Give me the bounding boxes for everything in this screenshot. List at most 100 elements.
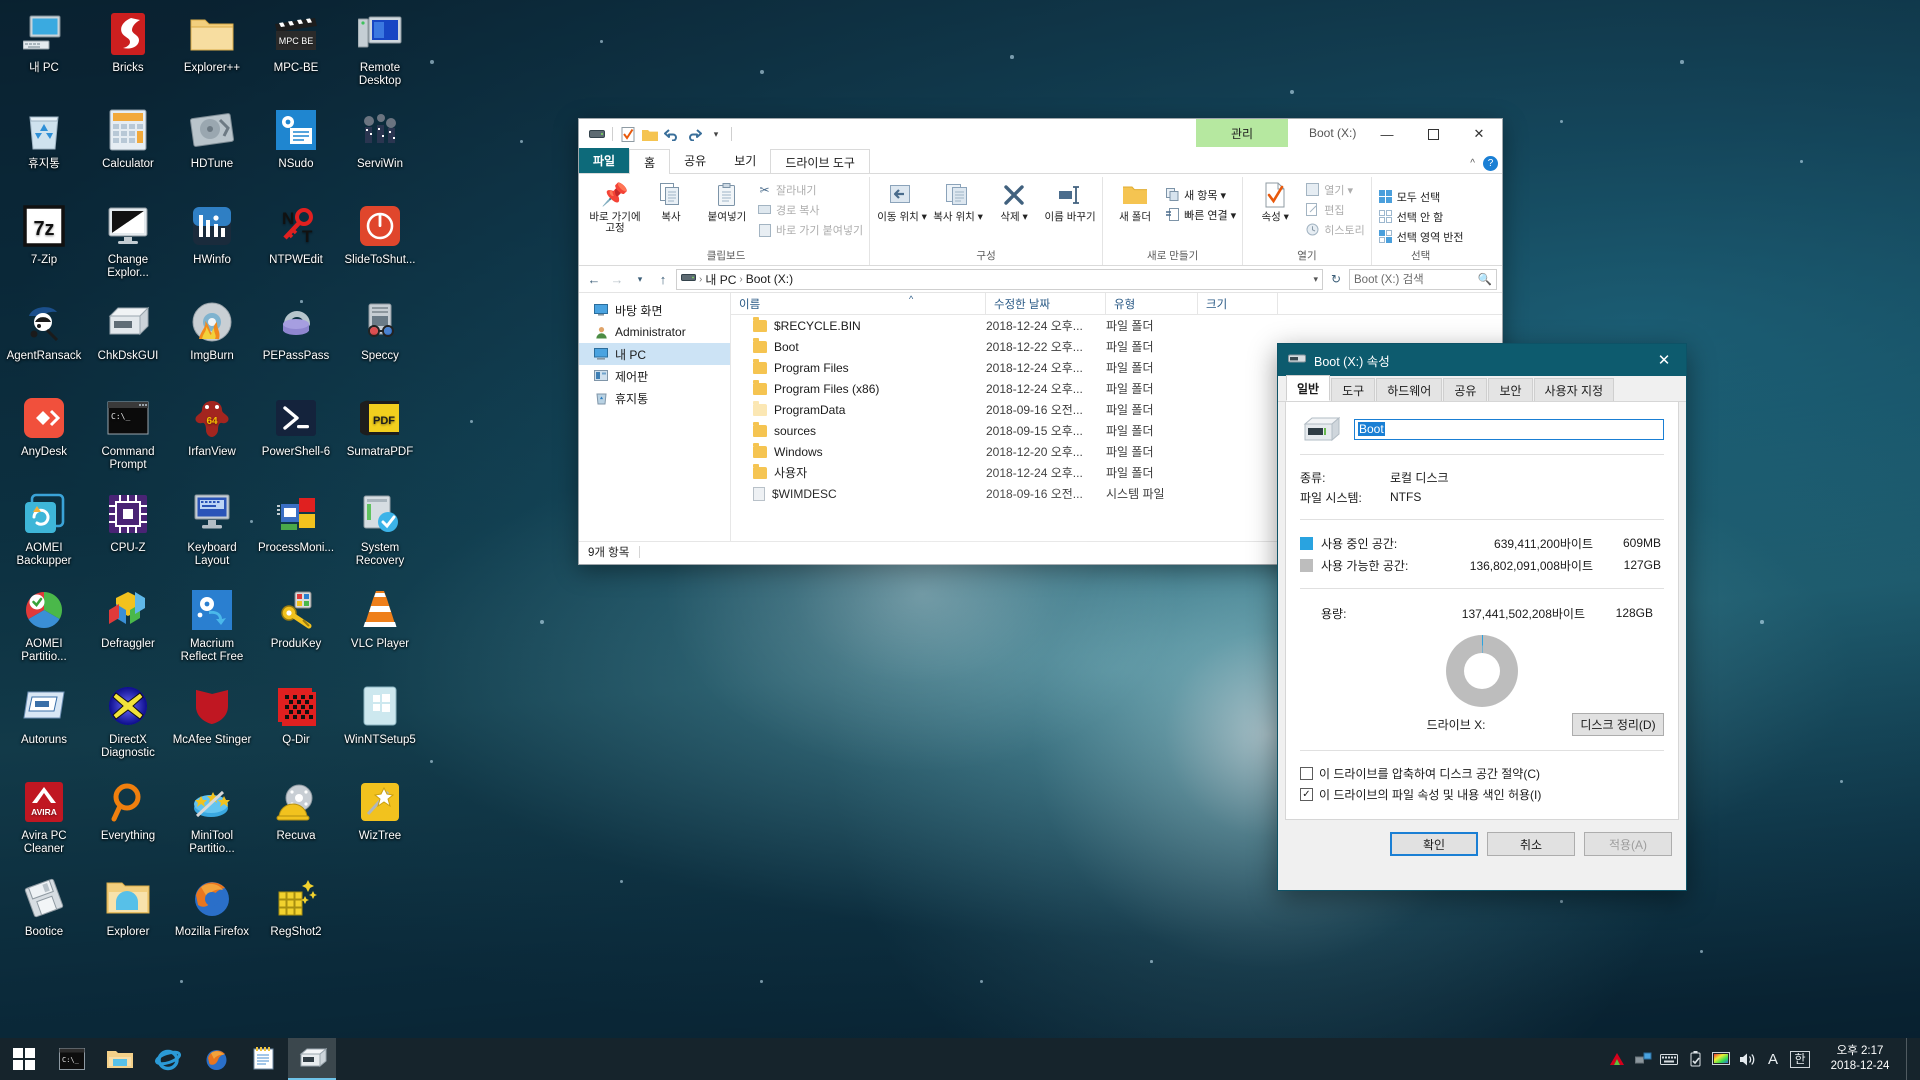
compress-drive-checkbox[interactable] xyxy=(1300,767,1313,780)
edit-button[interactable]: 편집 xyxy=(1305,201,1364,218)
copy-path-button[interactable]: 경로 복사 xyxy=(757,201,863,218)
volume-label-input[interactable]: Boot xyxy=(1354,418,1664,440)
tab-general[interactable]: 일반 xyxy=(1286,375,1331,401)
desktop-icon-irfanview[interactable]: 64 IrfanView xyxy=(170,388,254,484)
help-icon[interactable]: ? xyxy=(1483,156,1498,171)
delete-button[interactable]: 삭제 ▾ xyxy=(988,180,1040,223)
desktop-icon-autoruns[interactable]: Autoruns xyxy=(2,676,86,772)
drive-icon[interactable] xyxy=(586,123,608,145)
disk-cleanup-button[interactable]: 디스크 정리(D) xyxy=(1572,713,1664,736)
desktop-icon-slidetoshut[interactable]: SlideToShut... xyxy=(338,196,422,292)
desktop-icon-anydesk[interactable]: AnyDesk xyxy=(2,388,86,484)
desktop-icon-hdtune[interactable]: HDTune xyxy=(170,100,254,196)
desktop-icon-change-explor[interactable]: Change Explor... xyxy=(86,196,170,292)
desktop[interactable]: 내 PC Bricks Explorer++ MPC BE MPC-BE Remote D… xyxy=(0,0,1920,1080)
taskbar-item-internet-explorer[interactable] xyxy=(144,1038,192,1080)
nav-item-recycle-bin[interactable]: 휴지통 xyxy=(579,387,730,409)
new-folder-icon[interactable] xyxy=(639,123,661,145)
desktop-icon-ntpwedit[interactable]: N T NTPWEdit xyxy=(254,196,338,292)
desktop-icon-explorer[interactable]: Explorer++ xyxy=(170,4,254,100)
desktop-icon-pc[interactable]: 내 PC xyxy=(2,4,86,100)
search-input[interactable]: Boot (X:) 검색 🔍 xyxy=(1349,268,1497,290)
ime-korean-icon[interactable]: 한 xyxy=(1786,1038,1814,1080)
desktop-icon-processmoni[interactable]: ProcessMoni... xyxy=(254,484,338,580)
desktop-icon-nsudo[interactable]: NSudo xyxy=(254,100,338,196)
quick-access-button[interactable]: 빠른 연결 ▾ xyxy=(1165,206,1236,223)
column-header-name[interactable]: 이름 xyxy=(731,292,986,315)
desktop-icon-command-prompt[interactable]: C:\_ Command Prompt xyxy=(86,388,170,484)
index-drive-checkbox-row[interactable]: ✓ 이 드라이브의 파일 속성 및 내용 색인 허용(I) xyxy=(1300,784,1664,805)
maximize-button[interactable] xyxy=(1410,119,1456,149)
cut-button[interactable]: ✂ 잘라내기 xyxy=(757,181,863,198)
desktop-icon-hwinfo[interactable]: HWinfo xyxy=(170,196,254,292)
new-item-button[interactable]: 새 항목 ▾ xyxy=(1165,186,1236,203)
index-drive-checkbox[interactable]: ✓ xyxy=(1300,788,1313,801)
cancel-button[interactable]: 취소 xyxy=(1487,832,1575,856)
desktop-icon-agentransack[interactable]: AgentRansack xyxy=(2,292,86,388)
show-desktop-button[interactable] xyxy=(1906,1038,1914,1080)
tab-hardware[interactable]: 하드웨어 xyxy=(1376,378,1443,401)
desktop-icon-regshot2[interactable]: RegShot2 xyxy=(254,868,338,964)
desktop-icon-remote-desktop[interactable]: Remote Desktop xyxy=(338,4,422,100)
tab-view[interactable]: 보기 xyxy=(720,148,770,173)
compress-drive-checkbox-row[interactable]: 이 드라이브를 압축하여 디스크 공간 절약(C) xyxy=(1300,763,1664,784)
search-icon[interactable]: 🔍 xyxy=(1478,272,1492,286)
desktop-icon-mcafee-stinger[interactable]: McAfee Stinger xyxy=(170,676,254,772)
desktop-icon-chkdskgui[interactable]: ChkDskGUI xyxy=(86,292,170,388)
desktop-icon-7-zip[interactable]: 7z 7-Zip xyxy=(2,196,86,292)
taskbar-item-firefox[interactable] xyxy=(192,1038,240,1080)
tab-file[interactable]: 파일 xyxy=(579,148,630,173)
properties-button[interactable]: 속성 ▾ xyxy=(1249,180,1301,223)
desktop-icon-[interactable]: 휴지통 xyxy=(2,100,86,196)
desktop-icon-mpc-be[interactable]: MPC BE MPC-BE xyxy=(254,4,338,100)
desktop-icon-q-dir[interactable]: Q-Dir xyxy=(254,676,338,772)
avira-tray-icon[interactable] xyxy=(1604,1038,1630,1080)
arrow-up-icon[interactable]: ↑ xyxy=(653,269,673,289)
tab-security[interactable]: 보안 xyxy=(1488,378,1533,401)
table-row[interactable]: $RECYCLE.BIN 2018-12-24 오후... 파일 폴더 xyxy=(731,315,1502,336)
breadcrumb[interactable]: › 내 PC › Boot (X:) ▾ xyxy=(676,268,1323,290)
history-button[interactable]: 히스토리 xyxy=(1305,221,1365,238)
desktop-icon-imgburn[interactable]: ImgBurn xyxy=(170,292,254,388)
usb-eject-icon[interactable] xyxy=(1682,1038,1708,1080)
copy-button[interactable]: 복사 xyxy=(645,180,697,223)
column-header-date[interactable]: 수정한 날짜 xyxy=(986,292,1106,315)
desktop-icon-macrium-reflect-free[interactable]: Macrium Reflect Free xyxy=(170,580,254,676)
select-all-button[interactable]: 모두 선택 xyxy=(1378,188,1464,205)
volume-icon[interactable] xyxy=(1734,1038,1760,1080)
ok-button[interactable]: 확인 xyxy=(1390,832,1478,856)
desktop-icon-powershell-6[interactable]: PowerShell-6 xyxy=(254,388,338,484)
undo-icon[interactable] xyxy=(661,123,683,145)
open-button[interactable]: 열기 ▾ xyxy=(1305,181,1364,198)
tab-customize[interactable]: 사용자 지정 xyxy=(1533,378,1615,401)
copy-to-button[interactable]: 복사 위치 ▾ xyxy=(932,180,984,223)
display-color-icon[interactable] xyxy=(1708,1038,1734,1080)
desktop-icon-produkey[interactable]: ProduKey xyxy=(254,580,338,676)
desktop-icon-pepasspass[interactable]: PEPassPass xyxy=(254,292,338,388)
refresh-icon[interactable]: ↻ xyxy=(1326,269,1346,289)
invert-selection-button[interactable]: 선택 영역 반전 xyxy=(1378,228,1464,245)
address-dropdown-icon[interactable]: ▾ xyxy=(1313,274,1318,285)
desktop-icon-avira-pc-cleaner[interactable]: AVIRA Avira PC Cleaner xyxy=(2,772,86,868)
font-icon[interactable]: A xyxy=(1760,1038,1786,1080)
taskbar-item-boot-drive[interactable] xyxy=(288,1038,336,1080)
nav-item-mypc[interactable]: 내 PC xyxy=(579,343,730,365)
redo-icon[interactable] xyxy=(683,123,705,145)
rename-button[interactable]: 이름 바꾸기 xyxy=(1044,180,1096,223)
desktop-icon-directx-diagnostic[interactable]: DirectX Diagnostic xyxy=(86,676,170,772)
drive-properties-dialog[interactable]: Boot (X:) 속성 ✕ 일반 도구 하드웨어 공유 보안 사용자 지정 B… xyxy=(1277,343,1687,891)
desktop-icon-mozilla-firefox[interactable]: Mozilla Firefox xyxy=(170,868,254,964)
tab-sharing[interactable]: 공유 xyxy=(1443,378,1488,401)
taskbar-item-command-prompt[interactable]: C:\_ xyxy=(48,1038,96,1080)
pin-to-quick-access-button[interactable]: 📌 바로 가기에 고정 xyxy=(589,180,641,234)
desktop-icon-everything[interactable]: Everything xyxy=(86,772,170,868)
desktop-icon-serviwin[interactable]: ServiWin xyxy=(338,100,422,196)
desktop-icon-sumatrapdf[interactable]: PDF SumatraPDF xyxy=(338,388,422,484)
nav-item-control-panel[interactable]: 제어판 xyxy=(579,365,730,387)
desktop-icon-keyboard-layout[interactable]: Keyboard Layout xyxy=(170,484,254,580)
new-folder-button[interactable]: 새 폴더 xyxy=(1109,180,1161,223)
properties-check-icon[interactable] xyxy=(617,123,639,145)
breadcrumb-item-boot[interactable]: Boot (X:) xyxy=(746,272,793,286)
taskbar[interactable]: C:\_ A 한 오후 2:17 2018-12-24 xyxy=(0,1038,1920,1080)
network-icon[interactable] xyxy=(1630,1038,1656,1080)
